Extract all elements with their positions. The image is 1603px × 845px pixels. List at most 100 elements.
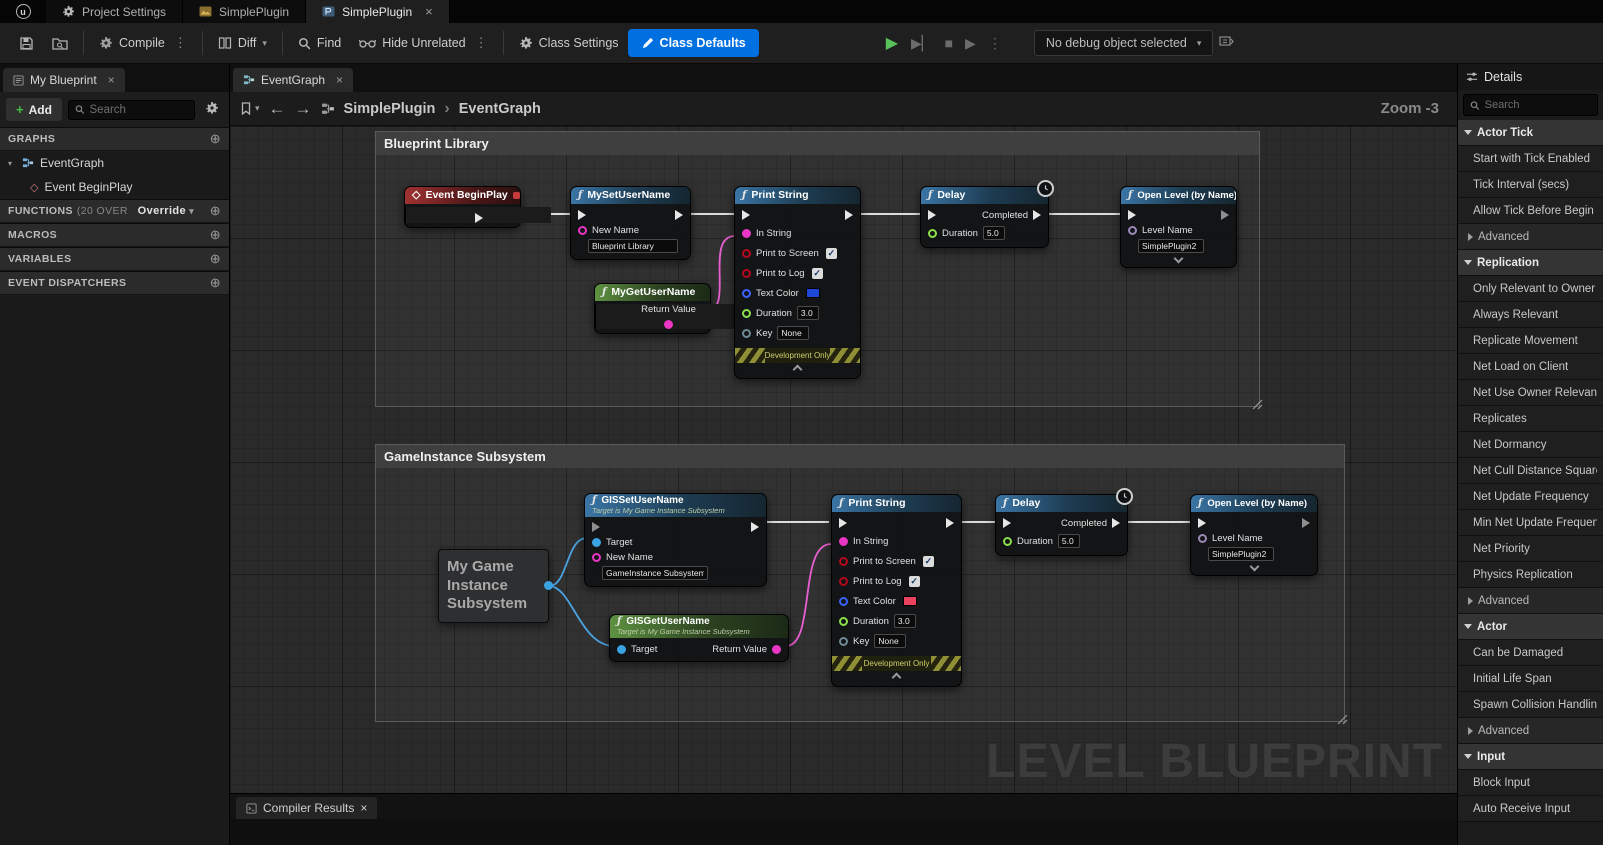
tab-my-blueprint[interactable]: My Blueprint × [3,68,125,92]
duration-input[interactable] [982,226,1005,240]
key-pin[interactable] [839,636,848,646]
expand-chevron-icon[interactable] [1249,561,1259,572]
launch-button[interactable]: ▶ [959,31,982,56]
details-row[interactable]: Spawn Collision Handling Method [1458,692,1603,718]
add-dispatcher-button[interactable]: ⊕ [210,275,221,291]
exec-in-pin[interactable] [839,518,847,528]
details-row-advanced[interactable]: Advanced [1458,588,1603,614]
key-input[interactable] [777,326,810,340]
duration-input[interactable] [1057,534,1080,548]
color-swatch[interactable] [805,288,820,298]
details-row[interactable]: Min Net Update Frequency [1458,510,1603,536]
details-row[interactable]: Net Cull Distance Squared [1458,458,1603,484]
exec-out-pin[interactable] [1112,518,1120,528]
float-pin[interactable] [839,616,848,626]
details-row[interactable]: Replicate Movement [1458,328,1603,354]
close-icon[interactable]: × [360,801,367,815]
debug-object-dropdown[interactable]: No debug object selected ▾ [1033,30,1214,56]
node-event-beginplay[interactable]: ◇ Event BeginPlay [404,186,551,228]
debug-filter-icon[interactable] [1213,31,1240,55]
tab-simpleplugin-blueprint[interactable]: SimplePlugin × [306,0,450,23]
exec-in-pin[interactable] [1003,518,1011,528]
checkbox-checked[interactable]: ✓ [908,575,920,587]
key-input[interactable] [874,634,907,648]
details-row[interactable]: Can be Damaged [1458,640,1603,666]
details-row[interactable]: Start with Tick Enabled [1458,146,1603,172]
details-row[interactable]: Net Priority [1458,536,1603,562]
breadcrumb-leaf[interactable]: EventGraph [459,101,541,117]
key-pin[interactable] [742,328,751,338]
checkbox-checked[interactable]: ✓ [811,267,823,279]
search-input[interactable] [89,103,188,116]
browse-button[interactable] [43,30,77,56]
node-delay-2[interactable]: ƒ Delay Completed Duration [995,488,1133,556]
node-print-string-2[interactable]: ƒ Print String In String Print to Screen… [831,494,962,687]
expander-icon[interactable]: ▾ [8,159,16,168]
object-pin[interactable] [592,537,601,547]
details-row[interactable]: Block Input [1458,770,1603,796]
bool-pin[interactable] [742,248,751,258]
breadcrumb-root[interactable]: SimplePlugin [344,101,436,117]
exec-out-pin[interactable] [1033,210,1041,220]
add-button[interactable]: + Add [6,98,62,121]
close-icon[interactable]: × [108,73,115,87]
unreal-logo-icon[interactable]: u [0,0,46,23]
details-row[interactable]: Allow Tick Before Begin Play [1458,198,1603,224]
exec-in-pin[interactable] [578,210,586,220]
resize-grip[interactable] [1252,399,1263,410]
string-pin[interactable] [839,536,848,546]
new-name-input[interactable] [588,239,678,253]
variables-section-header[interactable]: VARIABLES ⊕ [0,247,229,271]
close-icon[interactable]: × [425,4,433,19]
details-row-advanced[interactable]: Advanced [1458,224,1603,250]
macros-section-header[interactable]: MACROS ⊕ [0,223,229,247]
color-pin[interactable] [742,288,751,298]
new-name-input[interactable] [602,566,708,580]
add-macro-button[interactable]: ⊕ [210,227,221,243]
color-swatch[interactable] [902,596,917,606]
diff-button[interactable]: Diff ▾ [209,30,276,56]
details-row[interactable]: Replicates [1458,406,1603,432]
override-dropdown[interactable]: Override ▾ [138,205,194,217]
details-row[interactable]: Net Load on Client [1458,354,1603,380]
details-row[interactable]: Net Use Owner Relevancy [1458,380,1603,406]
add-graph-button[interactable]: ⊕ [210,131,221,147]
forward-button[interactable]: → [295,99,312,119]
color-pin[interactable] [839,596,848,606]
class-defaults-button[interactable]: Class Defaults [627,29,759,57]
details-row[interactable]: Net Update Frequency [1458,484,1603,510]
play-button[interactable]: ▶ [879,29,905,57]
node-open-level-1[interactable]: ƒ Open Level (by Name) Level Name [1120,186,1237,268]
details-row[interactable]: Initial Life Span [1458,666,1603,692]
back-button[interactable]: ← [269,99,286,119]
exec-out-pin[interactable] [946,518,954,528]
sidebar-item-event-beginplay[interactable]: ◇ Event BeginPlay [0,175,229,199]
play-options-icon[interactable]: ⋮ [982,31,1008,56]
details-category-actor[interactable]: Actor [1458,614,1603,640]
details-row[interactable]: Physics Replication [1458,562,1603,588]
exec-in-pin[interactable] [1128,210,1136,220]
bool-pin[interactable] [839,576,848,586]
exec-out-pin[interactable] [845,210,853,220]
checkbox-checked[interactable]: ✓ [825,247,837,259]
exec-in-pin[interactable] [1198,518,1206,528]
details-category-input[interactable]: Input [1458,744,1603,770]
bool-pin[interactable] [742,268,751,278]
functions-section-header[interactable]: FUNCTIONS (20 OVER Override ▾ ⊕ [0,199,229,223]
float-pin[interactable] [928,228,937,238]
details-row[interactable]: Always Relevant [1458,302,1603,328]
node-open-level-2[interactable]: ƒ Open Level (by Name) Level Name [1190,494,1318,576]
details-row-advanced[interactable]: Advanced [1458,718,1603,744]
frame-skip-button[interactable]: ▶▏ [905,31,939,56]
panel-settings-button[interactable] [201,99,223,120]
graph-canvas[interactable]: LEVEL BLUEPRINT Blueprint Library GameIn… [230,126,1457,793]
details-row[interactable]: Auto Receive Input [1458,796,1603,822]
details-category-replication[interactable]: Replication [1458,250,1603,276]
find-button[interactable]: Find [289,30,350,56]
resize-grip[interactable] [1337,714,1348,725]
node-gisgetusername[interactable]: ƒ GISGetUserName Target is My Game Instan… [609,614,789,662]
exec-in-pin[interactable] [592,521,600,532]
exec-out-pin[interactable] [1221,210,1229,220]
string-pin[interactable] [578,225,587,235]
string-pin[interactable] [592,553,601,562]
